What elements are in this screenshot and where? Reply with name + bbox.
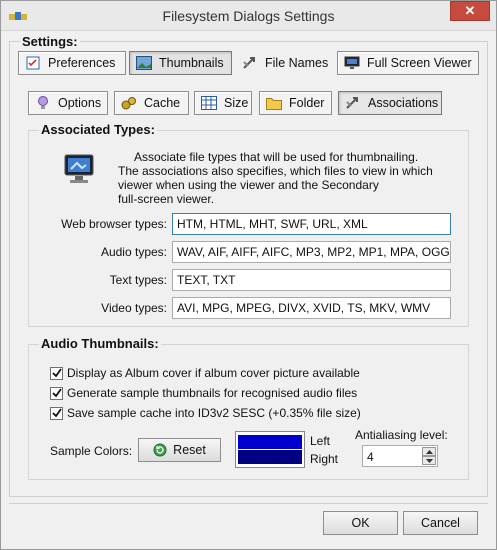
left-label: Left — [310, 434, 331, 448]
video-types-input[interactable]: AVI, MPG, MPEG, DIVX, XVID, TS, MKV, WMV — [172, 297, 451, 319]
audio-types-label: Audio types: — [100, 245, 167, 259]
sample-color-swatch[interactable] — [235, 431, 305, 468]
footer-separator — [9, 503, 488, 504]
tab-label: Folder — [289, 96, 325, 110]
tab-label: Full Screen Viewer — [367, 56, 472, 70]
spin-down-button[interactable] — [422, 456, 436, 465]
tab-file-names[interactable]: File Names — [235, 51, 334, 75]
check-icon — [51, 368, 62, 378]
antialiasing-value[interactable]: 4 — [367, 450, 374, 464]
settings-dialog: Filesystem Dialogs Settings ✕ Settings: … — [0, 0, 497, 550]
checkbox-box[interactable] — [50, 406, 63, 420]
generate-sample-checkbox[interactable]: Generate sample thumbnails for recognise… — [50, 386, 357, 400]
ok-button[interactable]: OK — [323, 511, 398, 535]
tab-options[interactable]: Options — [28, 91, 108, 115]
antialiasing-spinner[interactable]: 4 — [362, 445, 438, 467]
right-color-swatch[interactable] — [238, 450, 302, 464]
tab-associations[interactable]: Associations — [338, 91, 442, 115]
checkbox-label: Save sample cache into ID3v2 SESC (+0.35… — [67, 406, 361, 420]
close-button[interactable]: ✕ — [450, 1, 490, 21]
arrow-up-icon — [425, 449, 433, 454]
tab-label: Options — [58, 96, 102, 110]
audio-types-input[interactable]: WAV, AIF, AIFF, AIFC, MP3, MP2, MP1, MPA… — [172, 241, 451, 263]
arrow-down-icon — [425, 458, 433, 463]
checkbox-box[interactable] — [50, 386, 63, 400]
tab-label: Thumbnails — [159, 56, 224, 70]
spinner-arrows — [422, 447, 436, 465]
audio-thumbnails-title: Audio Thumbnails: — [39, 336, 161, 351]
settings-label: Settings: — [20, 34, 80, 49]
window-title: Filesystem Dialogs Settings — [162, 8, 335, 24]
tab-label: Cache — [144, 96, 181, 110]
associations-icon — [345, 96, 361, 110]
description-line: full-screen viewer. — [118, 192, 215, 206]
size-icon — [201, 96, 217, 110]
cancel-button[interactable]: Cancel — [403, 511, 478, 535]
folder-icon — [266, 96, 282, 110]
checkbox-label: Generate sample thumbnails for recognise… — [67, 386, 358, 400]
bulb-icon — [35, 96, 51, 110]
thumbnails-icon — [136, 56, 152, 70]
text-types-label: Text types: — [109, 273, 167, 287]
tab-size[interactable]: Size — [194, 91, 252, 115]
tab-label: Preferences — [48, 56, 116, 70]
ok-label: OK — [351, 516, 370, 530]
album-cover-checkbox[interactable]: Display as Album cover if album cover pi… — [50, 366, 360, 380]
check-icon — [51, 408, 62, 418]
text-types-input[interactable]: TEXT, TXT — [172, 269, 451, 291]
cache-icon — [121, 96, 137, 110]
reset-icon — [153, 443, 167, 457]
sample-colors-label: Sample Colors: — [50, 444, 133, 458]
description-line: Associate file types that will be used f… — [134, 150, 419, 164]
checkbox-box[interactable] — [50, 366, 63, 380]
tab-folder[interactable]: Folder — [259, 91, 332, 115]
tab-cache[interactable]: Cache — [114, 91, 189, 115]
cancel-label: Cancel — [421, 516, 460, 530]
tab-preferences[interactable]: Preferences — [18, 51, 126, 75]
reset-label: Reset — [173, 443, 206, 457]
description-line: The associations also specifies, which f… — [118, 164, 433, 178]
tab-full-screen-viewer[interactable]: Full Screen Viewer — [337, 51, 479, 75]
monitor-icon — [344, 56, 360, 70]
left-color-swatch[interactable] — [238, 435, 302, 449]
antialiasing-label: Antialiasing level: — [355, 428, 448, 442]
save-sample-cache-checkbox[interactable]: Save sample cache into ID3v2 SESC (+0.35… — [50, 406, 361, 420]
tab-thumbnails[interactable]: Thumbnails — [129, 51, 232, 75]
check-icon — [51, 388, 62, 398]
description-line: viewer when using the viewer and the Sec… — [118, 178, 379, 192]
associations-description: Associate file types that will be used f… — [118, 150, 448, 206]
monitor-icon — [64, 154, 94, 183]
associated-types-title: Associated Types: — [39, 122, 157, 137]
tab-label: Size — [224, 96, 249, 110]
checkbox-label: Display as Album cover if album cover pi… — [67, 366, 360, 380]
close-icon: ✕ — [464, 3, 476, 18]
preferences-icon — [25, 56, 41, 70]
file-names-icon — [242, 56, 258, 70]
web-browser-types-label: Web browser types: — [61, 217, 167, 231]
web-browser-types-input[interactable]: HTM, HTML, MHT, SWF, URL, XML — [172, 213, 451, 235]
reset-button[interactable]: Reset — [138, 438, 221, 462]
right-label: Right — [310, 452, 339, 466]
spin-up-button[interactable] — [422, 447, 436, 456]
title-bar: Filesystem Dialogs Settings ✕ — [1, 1, 496, 31]
tab-label: File Names — [265, 56, 329, 70]
video-types-label: Video types: — [101, 301, 167, 315]
tab-label: Associations — [368, 96, 439, 110]
